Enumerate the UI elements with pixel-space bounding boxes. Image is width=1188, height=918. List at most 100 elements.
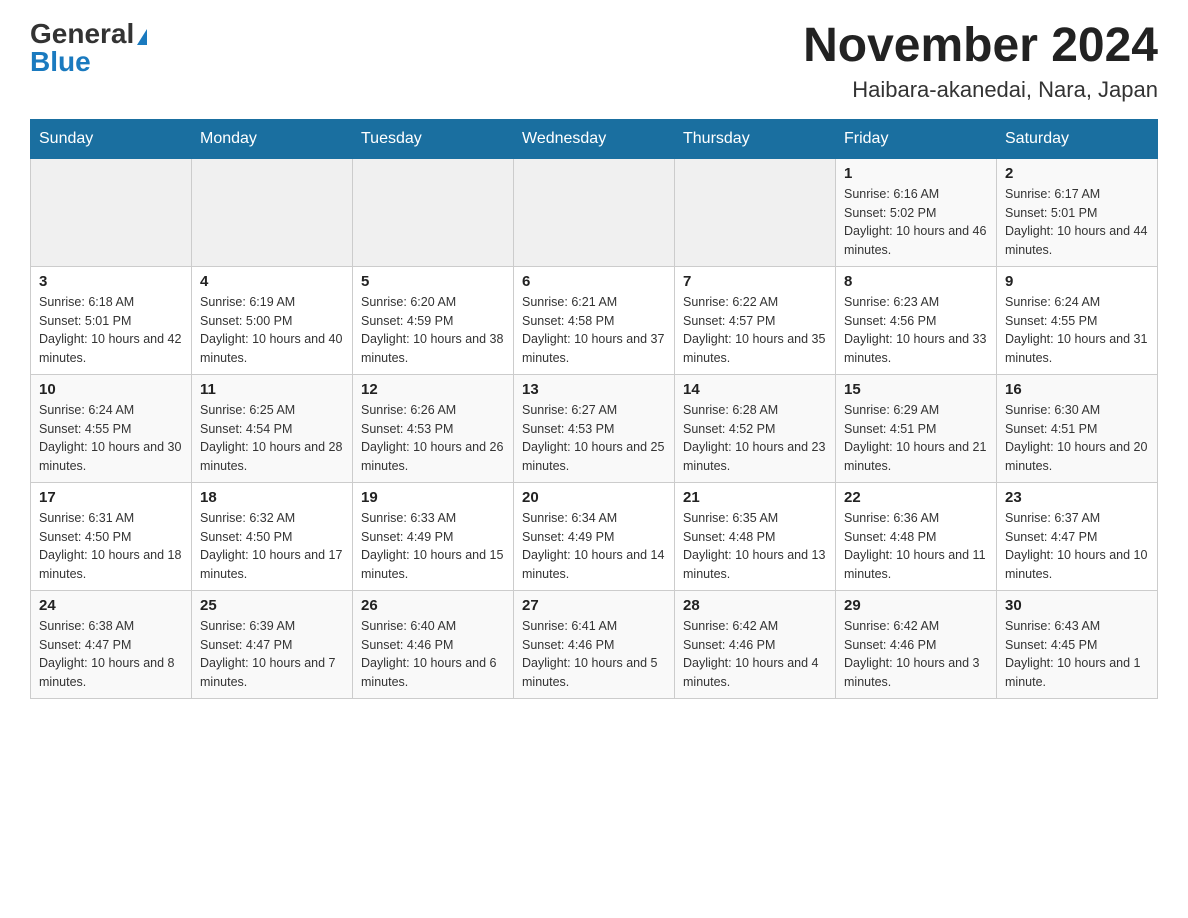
calendar-cell: 21Sunrise: 6:35 AMSunset: 4:48 PMDayligh…	[675, 482, 836, 590]
day-info: Sunrise: 6:24 AMSunset: 4:55 PMDaylight:…	[1005, 293, 1149, 368]
day-number: 11	[200, 381, 344, 398]
day-info: Sunrise: 6:29 AMSunset: 4:51 PMDaylight:…	[844, 401, 988, 476]
day-info: Sunrise: 6:41 AMSunset: 4:46 PMDaylight:…	[522, 617, 666, 692]
calendar-cell: 3 Sunrise: 6:18 AMSunset: 5:01 PMDaylight…	[31, 266, 192, 374]
day-number: 12	[361, 381, 505, 398]
day-number: 20	[522, 489, 666, 506]
day-info: Sunrise: 6:25 AMSunset: 4:54 PMDaylight:…	[200, 401, 344, 476]
calendar-cell: 5 Sunrise: 6:20 AMSunset: 4:59 PMDaylight…	[353, 266, 514, 374]
day-number: 4	[200, 273, 344, 290]
calendar-cell: 28 Sunrise: 6:42 AMSunset: 4:46 PMDayligh…	[675, 590, 836, 698]
day-info: Sunrise: 6:38 AMSunset: 4:47 PMDaylight:…	[39, 617, 183, 692]
day-info: Sunrise: 6:24 AMSunset: 4:55 PMDaylight:…	[39, 401, 183, 476]
calendar-cell: 11 Sunrise: 6:25 AMSunset: 4:54 PMDayligh…	[192, 374, 353, 482]
day-info: Sunrise: 6:42 AMSunset: 4:46 PMDaylight:…	[683, 617, 827, 692]
logo-general-text: General	[30, 18, 134, 49]
calendar-cell: 13 Sunrise: 6:27 AMSunset: 4:53 PMDayligh…	[514, 374, 675, 482]
calendar-week-row: 17 Sunrise: 6:31 AMSunset: 4:50 PMDayligh…	[31, 482, 1158, 590]
calendar-cell: 22 Sunrise: 6:36 AMSunset: 4:48 PMDayligh…	[836, 482, 997, 590]
day-number: 1	[844, 165, 988, 182]
day-number: 5	[361, 273, 505, 290]
day-number: 13	[522, 381, 666, 398]
calendar-table: SundayMondayTuesdayWednesdayThursdayFrid…	[30, 119, 1158, 699]
day-number: 28	[683, 597, 827, 614]
day-info: Sunrise: 6:27 AMSunset: 4:53 PMDaylight:…	[522, 401, 666, 476]
location-text: Haibara-akanedai, Nara, Japan	[803, 77, 1158, 103]
day-info: Sunrise: 6:17 AMSunset: 5:01 PMDaylight:…	[1005, 185, 1149, 260]
day-info: Sunrise: 6:30 AMSunset: 4:51 PMDaylight:…	[1005, 401, 1149, 476]
day-number: 8	[844, 273, 988, 290]
weekday-header-tuesday: Tuesday	[353, 119, 514, 158]
calendar-cell	[675, 158, 836, 266]
day-info: Sunrise: 6:28 AMSunset: 4:52 PMDaylight:…	[683, 401, 827, 476]
month-title: November 2024	[803, 20, 1158, 73]
calendar-cell: 26 Sunrise: 6:40 AMSunset: 4:46 PMDayligh…	[353, 590, 514, 698]
day-info: Sunrise: 6:31 AMSunset: 4:50 PMDaylight:…	[39, 509, 183, 584]
day-info: Sunrise: 6:16 AMSunset: 5:02 PMDaylight:…	[844, 185, 988, 260]
day-number: 17	[39, 489, 183, 506]
day-number: 30	[1005, 597, 1149, 614]
day-info: Sunrise: 6:43 AMSunset: 4:45 PMDaylight:…	[1005, 617, 1149, 692]
weekday-header-wednesday: Wednesday	[514, 119, 675, 158]
calendar-cell: 18Sunrise: 6:32 AMSunset: 4:50 PMDayligh…	[192, 482, 353, 590]
calendar-cell: 10 Sunrise: 6:24 AMSunset: 4:55 PMDayligh…	[31, 374, 192, 482]
day-number: 29	[844, 597, 988, 614]
day-number: 27	[522, 597, 666, 614]
calendar-week-row: 24Sunrise: 6:38 AMSunset: 4:47 PMDayligh…	[31, 590, 1158, 698]
calendar-cell: 7 Sunrise: 6:22 AMSunset: 4:57 PMDaylight…	[675, 266, 836, 374]
calendar-cell: 25 Sunrise: 6:39 AMSunset: 4:47 PMDayligh…	[192, 590, 353, 698]
day-number: 26	[361, 597, 505, 614]
calendar-cell: 2Sunrise: 6:17 AMSunset: 5:01 PMDaylight…	[997, 158, 1158, 266]
day-info: Sunrise: 6:36 AMSunset: 4:48 PMDaylight:…	[844, 509, 988, 584]
page-header: General Blue November 2024 Haibara-akane…	[30, 20, 1158, 103]
calendar-cell: 16Sunrise: 6:30 AMSunset: 4:51 PMDayligh…	[997, 374, 1158, 482]
day-info: Sunrise: 6:34 AMSunset: 4:49 PMDaylight:…	[522, 509, 666, 584]
day-number: 22	[844, 489, 988, 506]
calendar-cell: 17 Sunrise: 6:31 AMSunset: 4:50 PMDayligh…	[31, 482, 192, 590]
calendar-week-row: 3 Sunrise: 6:18 AMSunset: 5:01 PMDaylight…	[31, 266, 1158, 374]
calendar-week-row: 10 Sunrise: 6:24 AMSunset: 4:55 PMDayligh…	[31, 374, 1158, 482]
day-info: Sunrise: 6:26 AMSunset: 4:53 PMDaylight:…	[361, 401, 505, 476]
day-info: Sunrise: 6:21 AMSunset: 4:58 PMDaylight:…	[522, 293, 666, 368]
calendar-cell: 8 Sunrise: 6:23 AMSunset: 4:56 PMDaylight…	[836, 266, 997, 374]
calendar-cell	[353, 158, 514, 266]
logo-blue-text: Blue	[30, 48, 91, 76]
day-info: Sunrise: 6:39 AMSunset: 4:47 PMDaylight:…	[200, 617, 344, 692]
day-info: Sunrise: 6:20 AMSunset: 4:59 PMDaylight:…	[361, 293, 505, 368]
weekday-header-saturday: Saturday	[997, 119, 1158, 158]
day-number: 10	[39, 381, 183, 398]
logo-general-line: General	[30, 20, 147, 48]
day-number: 6	[522, 273, 666, 290]
logo: General Blue	[30, 20, 147, 76]
day-info: Sunrise: 6:19 AMSunset: 5:00 PMDaylight:…	[200, 293, 344, 368]
title-area: November 2024 Haibara-akanedai, Nara, Ja…	[803, 20, 1158, 103]
day-number: 25	[200, 597, 344, 614]
day-info: Sunrise: 6:40 AMSunset: 4:46 PMDaylight:…	[361, 617, 505, 692]
day-info: Sunrise: 6:37 AMSunset: 4:47 PMDaylight:…	[1005, 509, 1149, 584]
calendar-cell: 9Sunrise: 6:24 AMSunset: 4:55 PMDaylight…	[997, 266, 1158, 374]
calendar-cell: 27 Sunrise: 6:41 AMSunset: 4:46 PMDayligh…	[514, 590, 675, 698]
calendar-cell: 19 Sunrise: 6:33 AMSunset: 4:49 PMDayligh…	[353, 482, 514, 590]
day-info: Sunrise: 6:23 AMSunset: 4:56 PMDaylight:…	[844, 293, 988, 368]
day-number: 18	[200, 489, 344, 506]
calendar-week-row: 1 Sunrise: 6:16 AMSunset: 5:02 PMDaylight…	[31, 158, 1158, 266]
day-info: Sunrise: 6:42 AMSunset: 4:46 PMDaylight:…	[844, 617, 988, 692]
calendar-cell: 24Sunrise: 6:38 AMSunset: 4:47 PMDayligh…	[31, 590, 192, 698]
calendar-cell: 20 Sunrise: 6:34 AMSunset: 4:49 PMDayligh…	[514, 482, 675, 590]
day-info: Sunrise: 6:22 AMSunset: 4:57 PMDaylight:…	[683, 293, 827, 368]
calendar-cell: 30 Sunrise: 6:43 AMSunset: 4:45 PMDayligh…	[997, 590, 1158, 698]
day-number: 19	[361, 489, 505, 506]
day-info: Sunrise: 6:33 AMSunset: 4:49 PMDaylight:…	[361, 509, 505, 584]
weekday-header-friday: Friday	[836, 119, 997, 158]
weekday-header-thursday: Thursday	[675, 119, 836, 158]
day-info: Sunrise: 6:35 AMSunset: 4:48 PMDaylight:…	[683, 509, 827, 584]
day-number: 3	[39, 273, 183, 290]
calendar-cell: 29 Sunrise: 6:42 AMSunset: 4:46 PMDayligh…	[836, 590, 997, 698]
weekday-header-sunday: Sunday	[31, 119, 192, 158]
day-number: 23	[1005, 489, 1149, 506]
calendar-cell	[514, 158, 675, 266]
day-info: Sunrise: 6:18 AMSunset: 5:01 PMDaylight:…	[39, 293, 183, 368]
day-number: 15	[844, 381, 988, 398]
weekday-header-row: SundayMondayTuesdayWednesdayThursdayFrid…	[31, 119, 1158, 158]
day-number: 7	[683, 273, 827, 290]
